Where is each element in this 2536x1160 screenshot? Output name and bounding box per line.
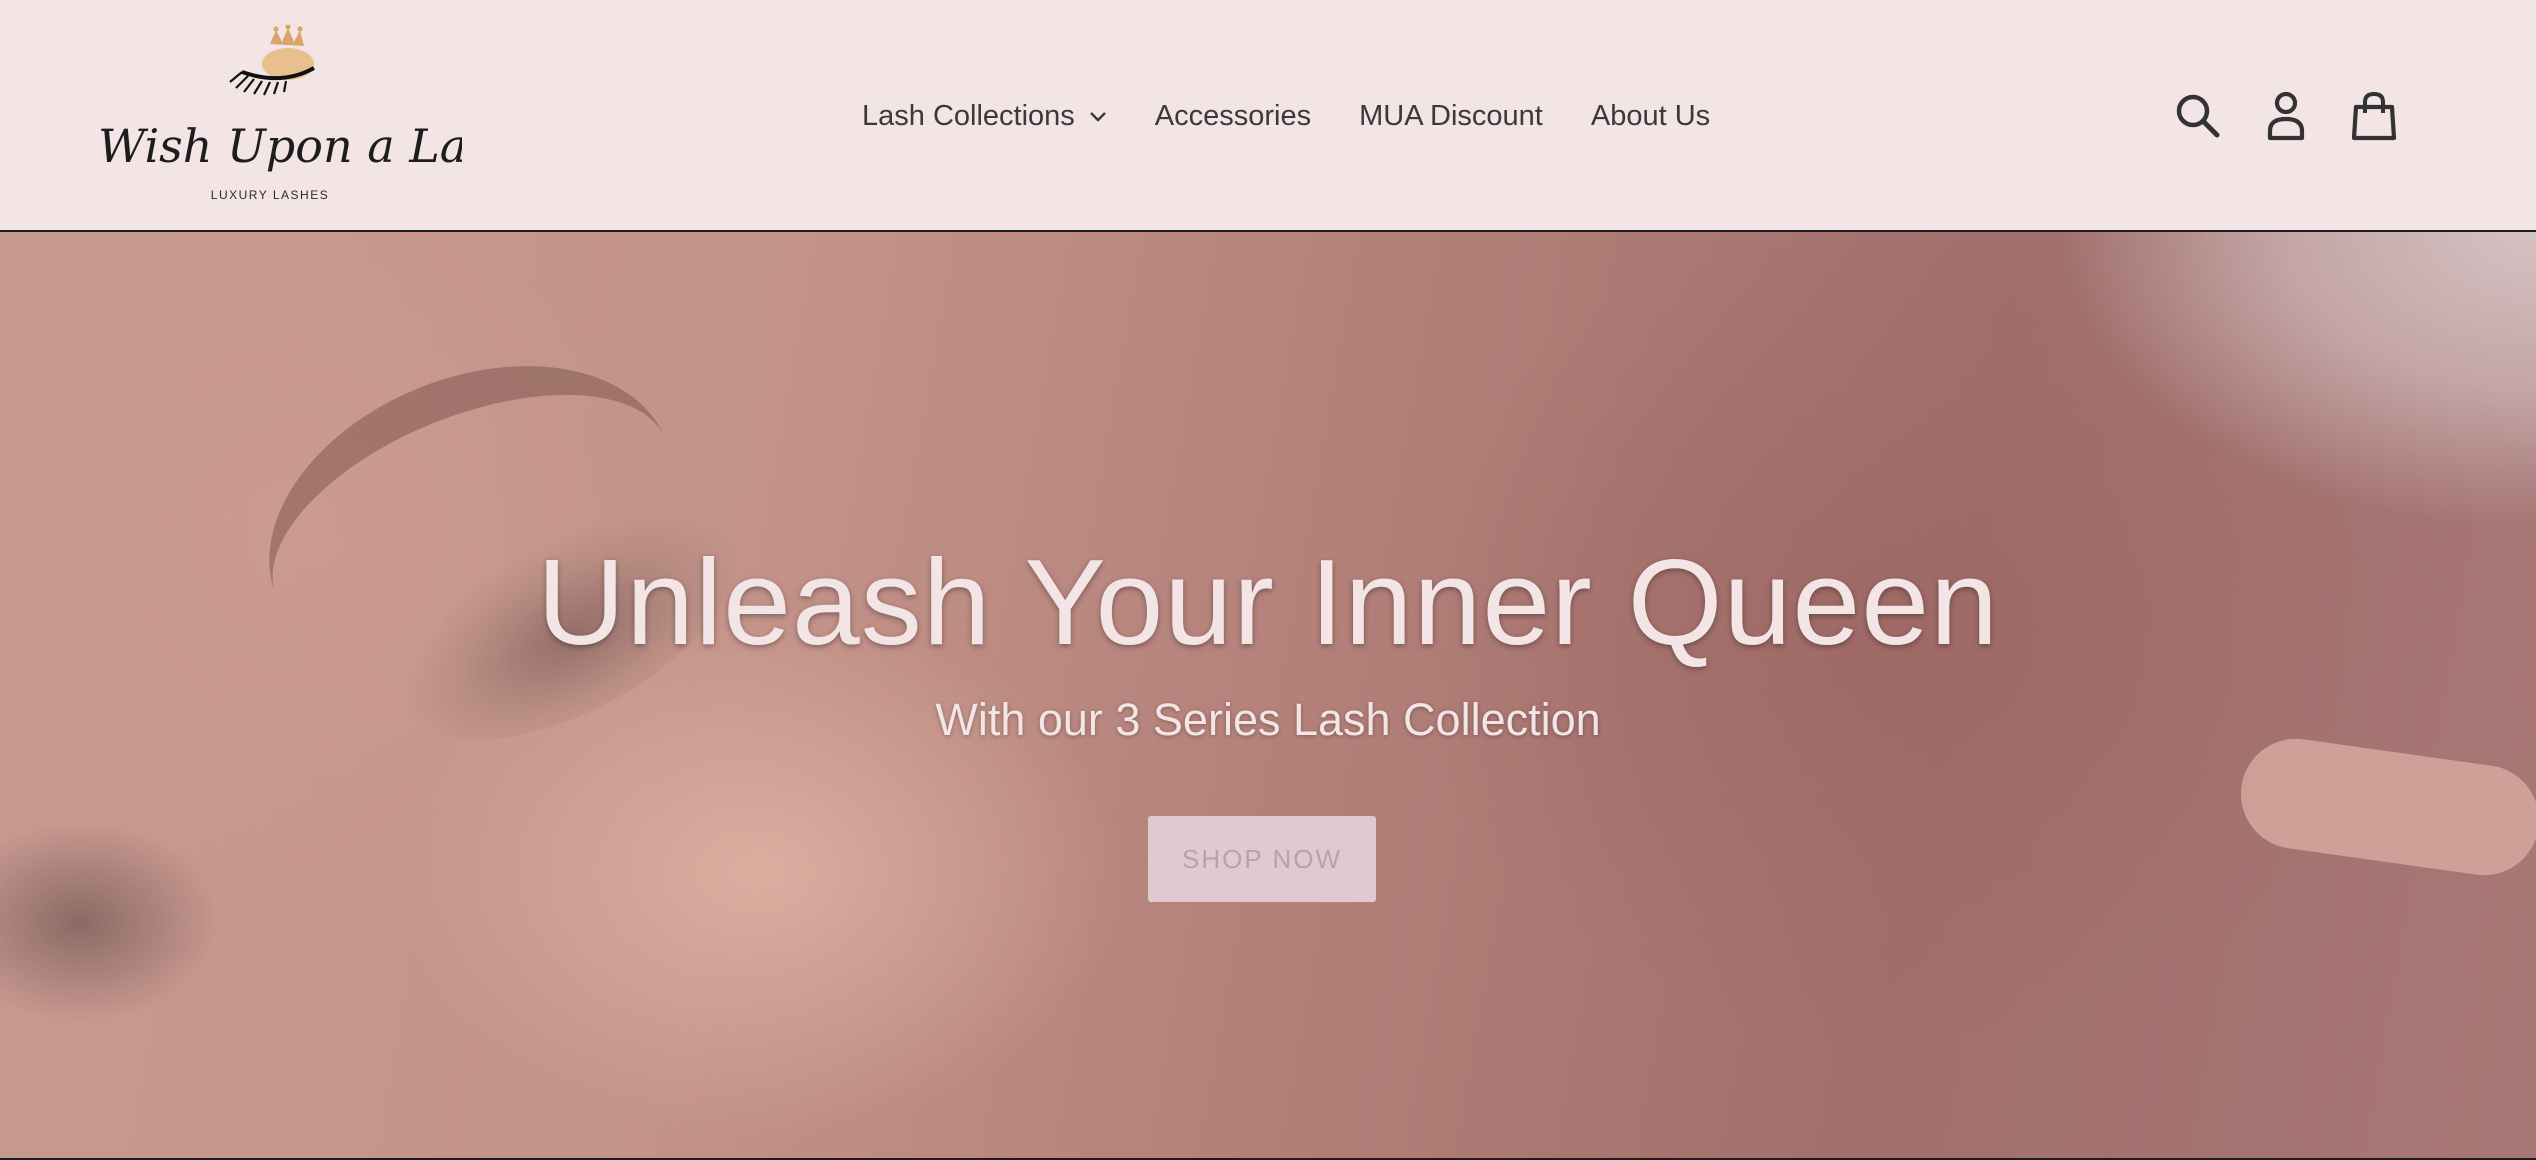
nav-item-mua-discount[interactable]: MUA Discount: [1359, 100, 1543, 133]
site-logo[interactable]: Wish Upon a Lash LUXURY LASHES: [92, 24, 462, 210]
nav-item-about-us[interactable]: About Us: [1591, 100, 1710, 133]
svg-text:Wish Upon a Lash: Wish Upon a Lash: [98, 119, 462, 173]
nav-item-label: Accessories: [1154, 99, 1312, 132]
nav-item-lash-collections[interactable]: Lash Collections: [862, 100, 1107, 133]
header-icons: [2170, 86, 2402, 146]
lash-crown-icon: Wish Upon a Lash: [98, 24, 462, 173]
cart-icon: [2351, 91, 2397, 141]
hero-subtitle: With our 3 Series Lash Collection: [935, 694, 1601, 745]
chevron-down-icon: [1089, 112, 1106, 122]
site-header: Wish Upon a Lash LUXURY LASHES Lash Coll…: [0, 0, 2536, 232]
shop-now-button[interactable]: SHOP NOW: [1148, 816, 1376, 902]
search-button[interactable]: [2170, 88, 2226, 144]
account-button[interactable]: [2258, 88, 2314, 144]
nav-item-label: Lash Collections: [862, 99, 1075, 132]
nav-item-label: MUA Discount: [1359, 99, 1543, 132]
cart-button[interactable]: [2346, 88, 2402, 144]
account-icon: [2267, 91, 2305, 141]
nav-item-accessories[interactable]: Accessories: [1155, 100, 1311, 133]
hero-title: Unleash Your Inner Queen: [537, 534, 1999, 670]
hero-banner: Unleash Your Inner Queen With our 3 Seri…: [0, 232, 2536, 1160]
logo-subtitle: LUXURY LASHES: [210, 188, 330, 202]
main-nav: Lash Collections Accessories MUA Discoun…: [862, 92, 1710, 140]
search-icon: [2176, 94, 2220, 138]
nav-item-label: About Us: [1590, 99, 1711, 132]
